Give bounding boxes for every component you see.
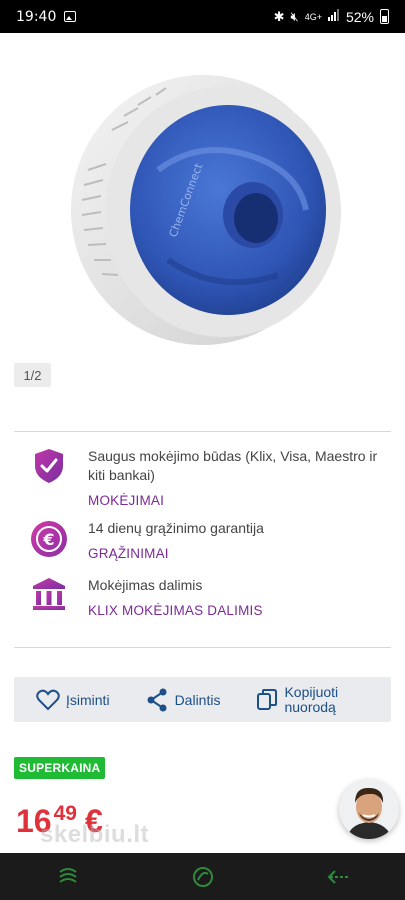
status-time: 19:40 (16, 8, 57, 25)
gallery-notification-icon (64, 11, 77, 22)
superkaina-badge: SUPERKAINA (14, 757, 106, 779)
divider-bottom (14, 647, 391, 648)
svg-text:€: € (42, 530, 54, 549)
share-icon (147, 688, 167, 711)
back-arrow-icon (327, 869, 349, 884)
watermark: skelbiu.lt (40, 821, 150, 848)
action-bar: Įsiminti Dalintis Kopijuoti nuorodą (14, 677, 391, 722)
status-indicators: ✱ 🔇︎ 4G+ 52% (274, 9, 389, 25)
image-counter: 1/2 (14, 363, 51, 387)
battery-icon (380, 9, 389, 24)
product-image[interactable]: ChemConnect (48, 60, 368, 350)
system-nav-bar (0, 853, 405, 900)
recent-apps-button[interactable] (38, 857, 98, 897)
copy-icon (257, 688, 278, 710)
chat-avatar[interactable] (339, 779, 399, 839)
home-icon (192, 866, 213, 887)
installments-link[interactable]: KLIX MOKĖJIMAS DALIMIS (88, 601, 263, 620)
heart-icon (36, 689, 60, 710)
shield-check-icon (28, 447, 70, 489)
benefit-text: Mokėjimas dalimis (88, 577, 203, 593)
mute-icon: 🔇︎ (290, 8, 299, 24)
returns-link[interactable]: GRĄŽINIMAI (88, 544, 264, 563)
share-button[interactable]: Dalintis (146, 688, 221, 712)
benefit-return-guarantee: € 14 dienų grąžinimo garantija GRĄŽINIMA… (28, 519, 388, 563)
signal-icon (327, 9, 340, 24)
benefit-text: 14 dienų grąžinimo garantija (88, 520, 264, 536)
bluetooth-icon: ✱ (273, 8, 285, 24)
status-bar: 19:40 ✱ 🔇︎ 4G+ 52% (0, 0, 405, 33)
back-button[interactable] (308, 857, 368, 897)
euro-refund-icon: € (28, 519, 70, 561)
share-label: Dalintis (174, 691, 221, 708)
remember-label: Įsiminti (66, 691, 110, 708)
network-type: 4G+ (304, 11, 322, 22)
copy-label-line1: Kopijuoti (284, 683, 339, 700)
copy-label-line2: nuorodą (284, 698, 336, 715)
remember-button[interactable]: Įsiminti (36, 689, 110, 711)
home-button[interactable] (173, 857, 233, 897)
recent-apps-icon (58, 867, 77, 883)
bank-icon (28, 576, 70, 618)
copy-link-button[interactable]: Kopijuoti nuorodą (256, 683, 339, 715)
divider-top (14, 431, 391, 432)
benefit-text: Saugus mokėjimo būdas (Klix, Visa, Maest… (88, 448, 378, 483)
benefit-secure-payment: Saugus mokėjimo būdas (Klix, Visa, Maest… (28, 447, 388, 510)
battery-percent: 52% (345, 8, 374, 25)
payments-link[interactable]: MOKĖJIMAI (88, 491, 388, 510)
benefit-installments: Mokėjimas dalimis KLIX MOKĖJIMAS DALIMIS (28, 576, 388, 620)
